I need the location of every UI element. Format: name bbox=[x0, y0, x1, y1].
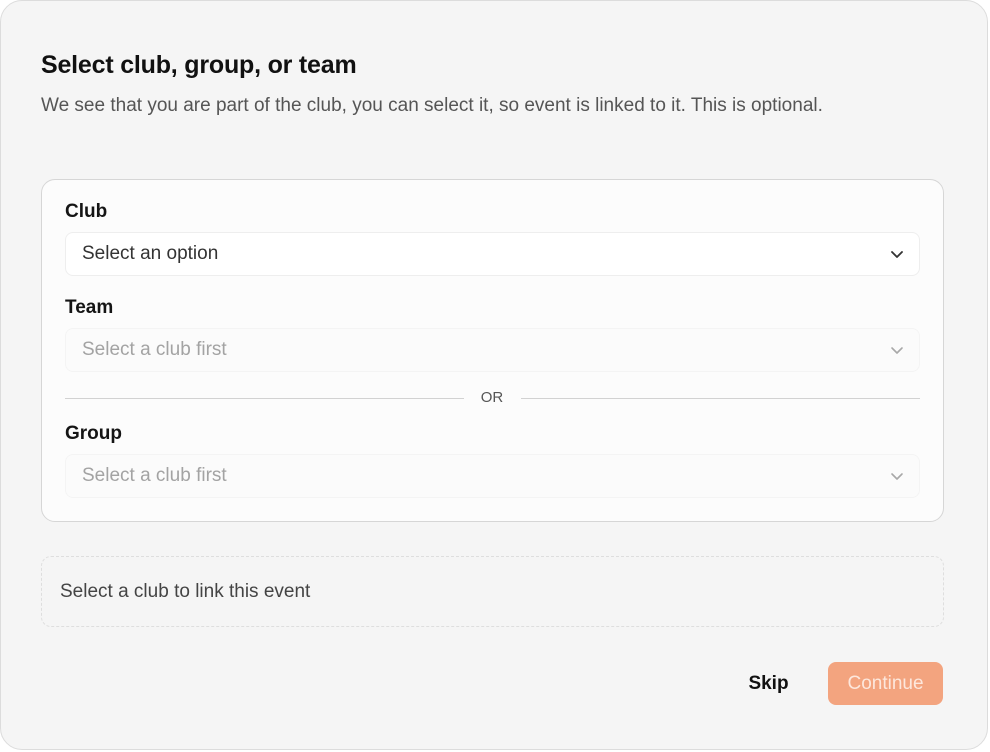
dialog-subtitle: We see that you are part of the club, yo… bbox=[41, 95, 823, 116]
divider-line-left bbox=[65, 398, 464, 399]
chevron-down-icon bbox=[891, 251, 903, 258]
or-divider-label: OR bbox=[480, 389, 504, 406]
select-club-dialog: Select club, group, or team We see that … bbox=[0, 0, 988, 750]
skip-button[interactable]: Skip bbox=[731, 662, 806, 705]
club-select[interactable]: Select an option bbox=[65, 232, 920, 276]
continue-button[interactable]: Continue bbox=[828, 662, 943, 705]
dialog-title: Select club, group, or team bbox=[41, 51, 357, 79]
team-label: Team bbox=[65, 297, 114, 318]
club-select-value: Select an option bbox=[82, 243, 219, 264]
chevron-down-icon bbox=[891, 473, 903, 480]
team-select[interactable]: Select a club first bbox=[65, 328, 920, 372]
selection-card: Club Select an option Team Select a club… bbox=[41, 179, 944, 522]
chevron-down-icon bbox=[891, 347, 903, 354]
group-select-value: Select a club first bbox=[82, 465, 227, 486]
group-label: Group bbox=[65, 423, 122, 444]
link-info-box: Select a club to link this event bbox=[41, 556, 944, 627]
club-label: Club bbox=[65, 201, 108, 222]
link-info-text: Select a club to link this event bbox=[60, 580, 311, 602]
group-select[interactable]: Select a club first bbox=[65, 454, 920, 498]
divider-line-right bbox=[521, 398, 920, 399]
team-select-value: Select a club first bbox=[82, 339, 227, 360]
